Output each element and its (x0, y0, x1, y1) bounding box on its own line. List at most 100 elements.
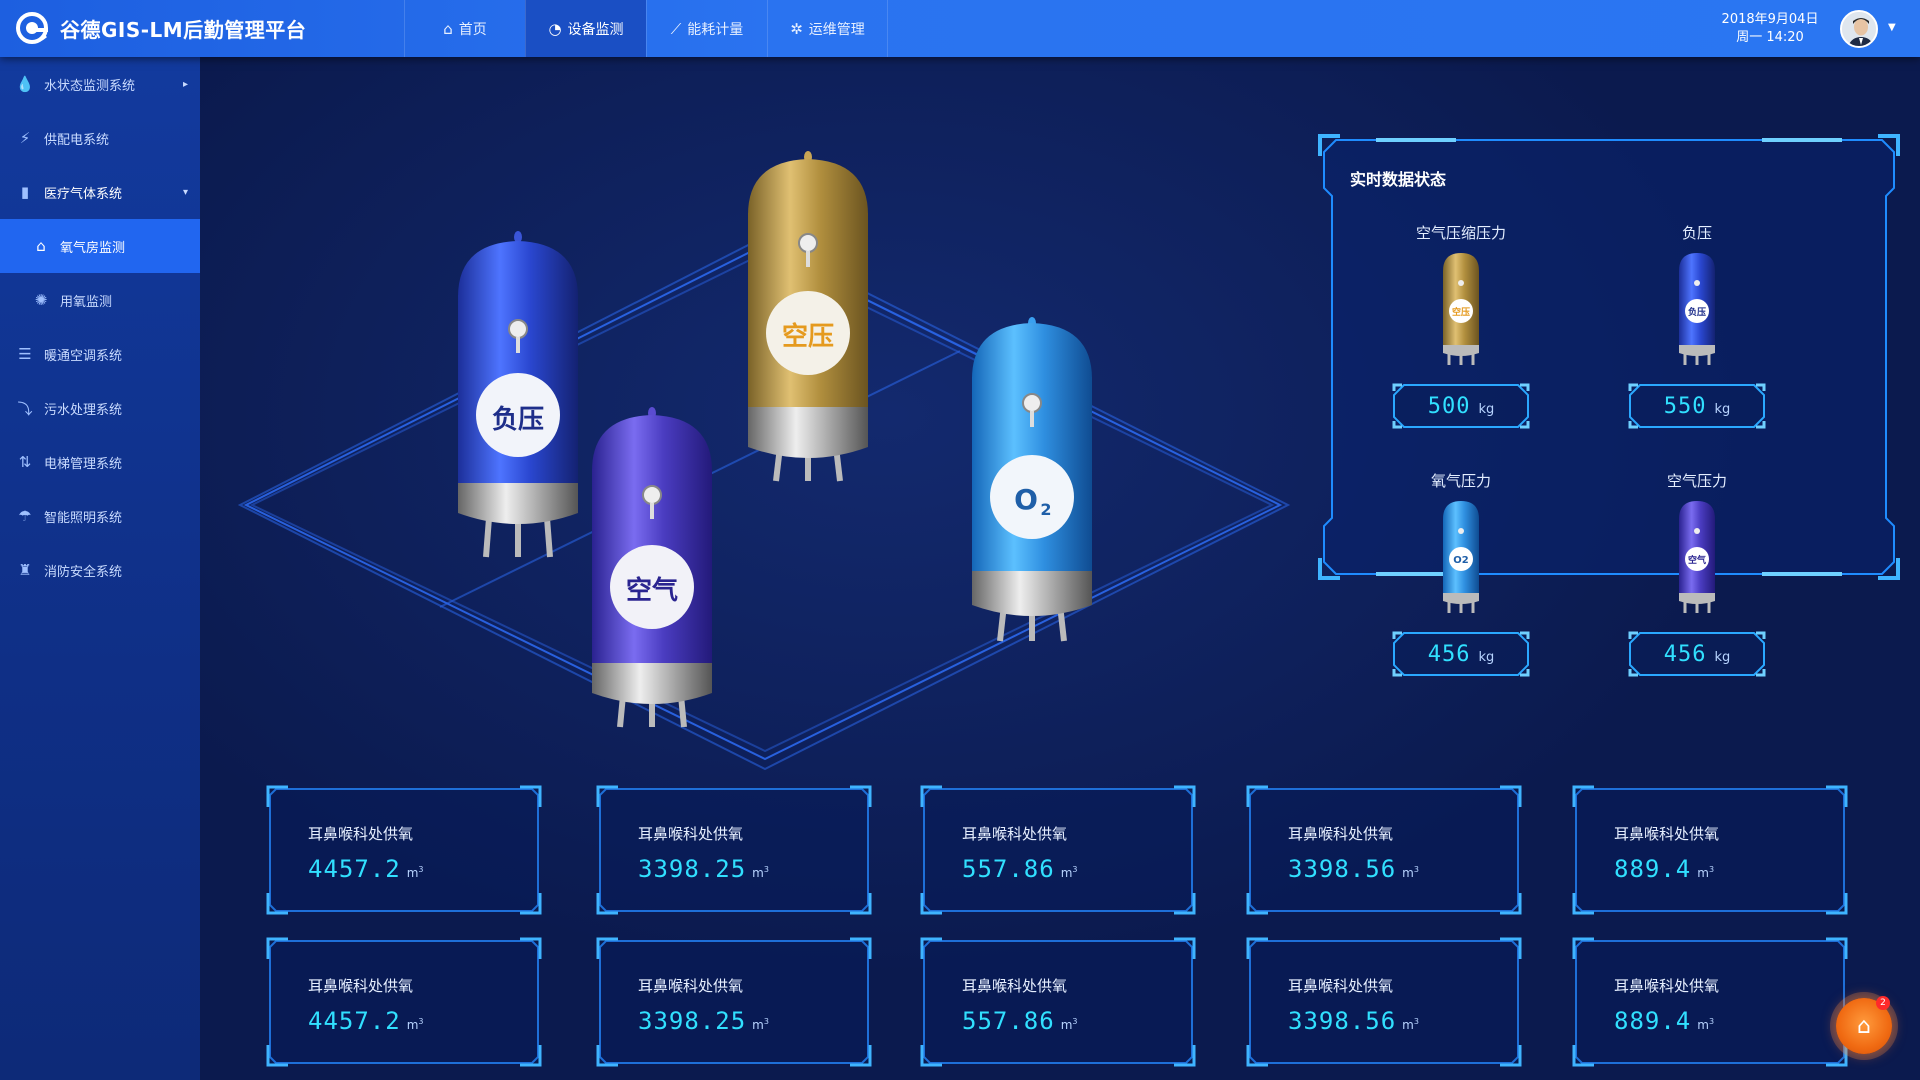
main-content: 负压 空压 空气 O 2 实时数据状态 空气压缩压力 空压 500 kg 负压 … (200, 57, 1920, 1080)
sidebar-item-hvac[interactable]: ☰ 暖通空调系统 (0, 327, 200, 381)
brand[interactable]: 谷德GIS-LM后勤管理平台 (14, 10, 306, 46)
oxygen-supply-card[interactable]: 耳鼻喉科处供氧 4457.2 m3 (266, 785, 542, 915)
oxygen-supply-card[interactable]: 耳鼻喉科处供氧 3398.25 m3 (596, 937, 872, 1067)
card-value: 3398.25 (638, 855, 747, 883)
card-value-row: 4457.2 m3 (308, 855, 424, 883)
card-frame (266, 937, 542, 1067)
card-label: 耳鼻喉科处供氧 (962, 977, 1068, 995)
card-value-row: 3398.25 m3 (638, 1007, 769, 1035)
card-unit: m3 (1402, 1017, 1419, 1032)
nav-operations-label: 运维管理 (808, 21, 865, 38)
oxygen-supply-card[interactable]: 耳鼻喉科处供氧 3398.56 m3 (1246, 785, 1522, 915)
card-frame (596, 937, 872, 1067)
sidebar: 💧 水状态监测系统 ▸ ⚡ 供配电系统 ▮ 医疗气体系统 ▾ ⌂ 氧气房监测 ✺… (0, 57, 200, 1080)
oxygen-supply-card[interactable]: 耳鼻喉科处供氧 3398.25 m3 (596, 785, 872, 915)
sidebar-item-sewage[interactable]: ⤵ 污水处理系统 (0, 381, 200, 435)
card-label: 耳鼻喉科处供氧 (1288, 825, 1394, 843)
nav-device-monitoring[interactable]: ◔ 设备监测 (525, 0, 646, 57)
sidebar-item-label: 污水处理系统 (44, 402, 123, 418)
card-frame (1572, 937, 1848, 1067)
nav-home-label: 首页 (458, 21, 487, 38)
card-value: 3398.25 (638, 1007, 747, 1035)
card-value: 889.4 (1614, 1007, 1692, 1035)
gauge-unit: kg (1714, 649, 1731, 665)
tank-oxygen-subscript: 2 (1040, 500, 1051, 519)
card-value: 557.86 (962, 855, 1055, 883)
user-menu-caret-icon[interactable]: ▼ (1888, 22, 1896, 33)
card-unit: m3 (1697, 865, 1715, 880)
chart-icon: ⟋ (670, 19, 682, 38)
user-avatar[interactable] (1840, 10, 1878, 48)
sidebar-item-label: 暖通空调系统 (44, 348, 123, 364)
card-label: 耳鼻喉科处供氧 (1614, 977, 1720, 995)
oxygen-icon: ⌂ (36, 237, 46, 255)
gauge-compressed-air-pressure: 空气压缩压力 空压 500 kg (1386, 222, 1536, 432)
gauge-value-box: 500 kg (1392, 383, 1530, 429)
sidebar-item-medical-gas[interactable]: ▮ 医疗气体系统 ▾ (0, 165, 200, 219)
card-unit: m3 (752, 865, 769, 880)
card-unit: m3 (1402, 865, 1419, 880)
gear-icon: ✲ (790, 19, 803, 38)
sidebar-item-label: 电梯管理系统 (44, 456, 123, 472)
nav-energy-metering[interactable]: ⟋ 能耗计量 (646, 0, 767, 57)
oxygen-supply-card[interactable]: 耳鼻喉科处供氧 889.4 m3 (1572, 937, 1848, 1067)
mini-tank-oxygen-icon: O2 (1443, 501, 1479, 613)
mini-tank-label: 空压 (1452, 306, 1470, 318)
sidebar-item-label: 智能照明系统 (44, 510, 123, 526)
oxygen-supply-card[interactable]: 耳鼻喉科处供氧 3398.56 m3 (1246, 937, 1522, 1067)
sidebar-item-water-status[interactable]: 💧 水状态监测系统 ▸ (0, 57, 200, 111)
power-icon: ⚡ (19, 129, 31, 147)
tank-oxygen[interactable]: O 2 (972, 317, 1092, 642)
nav-home[interactable]: ⌂ 首页 (404, 0, 525, 57)
sidebar-item-label: 水状态监测系统 (44, 78, 136, 94)
sidebar-item-label: 医疗气体系统 (44, 186, 123, 202)
oxygen-supply-card[interactable]: 耳鼻喉科处供氧 4457.2 m3 (266, 937, 542, 1067)
card-frame (1246, 785, 1522, 915)
sidebar-item-oxygen-usage[interactable]: ✺ 用氧监测 (0, 273, 200, 327)
card-value-row: 3398.25 m3 (638, 855, 769, 883)
user-avatar-image (1842, 12, 1876, 46)
gauge-label: 氧气压力 (1430, 472, 1491, 490)
card-value-row: 557.86 m3 (962, 855, 1078, 883)
card-label: 耳鼻喉科处供氧 (638, 825, 744, 843)
chevron-down-icon: ▾ (182, 186, 188, 198)
gauge-negative-pressure: 负压 负压 550 kg (1622, 222, 1772, 432)
oxygen-supply-card[interactable]: 耳鼻喉科处供氧 557.86 m3 (920, 785, 1196, 915)
alarm-icon: ⌂ (1857, 1013, 1871, 1039)
card-frame (1246, 937, 1522, 1067)
card-value-row: 3398.56 m3 (1288, 855, 1419, 883)
sidebar-item-fire-safety[interactable]: ♜ 消防安全系统 (0, 543, 200, 597)
sidebar-item-elevator[interactable]: ⇅ 电梯管理系统 (0, 435, 200, 489)
card-value: 3398.56 (1288, 855, 1397, 883)
gauge-value-box: 550 kg (1628, 383, 1766, 429)
card-frame (1572, 785, 1848, 915)
oxygen-supply-card[interactable]: 耳鼻喉科处供氧 889.4 m3 (1572, 785, 1848, 915)
tank-air[interactable]: 空气 (592, 407, 712, 728)
nav-operations[interactable]: ✲ 运维管理 (767, 0, 888, 57)
sidebar-item-label: 用氧监测 (60, 294, 113, 310)
hvac-icon: ☰ (18, 345, 32, 363)
sidebar-item-oxygen-room[interactable]: ⌂ 氧气房监测 (0, 219, 200, 273)
mini-tank-compressed-air-icon: 空压 (1443, 253, 1479, 365)
card-value-row: 3398.56 m3 (1288, 1007, 1419, 1035)
gauge-value: 550 (1663, 393, 1707, 419)
oxygen-supply-card[interactable]: 耳鼻喉科处供氧 557.86 m3 (920, 937, 1196, 1067)
tank-negative-pressure[interactable]: 负压 (458, 231, 578, 558)
gauge-value: 456 (1427, 641, 1471, 667)
card-unit: m3 (406, 865, 424, 880)
sidebar-item-lighting[interactable]: ☂ 智能照明系统 (0, 489, 200, 543)
weekday-time-text: 周一 14:20 (1736, 30, 1804, 45)
card-value: 3398.56 (1288, 1007, 1397, 1035)
alarm-float-button[interactable]: ⌂ 2 (1836, 996, 1892, 1054)
date-time-display: 2018年9月04日 周一 14:20 (1700, 11, 1840, 47)
card-unit: m3 (1060, 865, 1078, 880)
fan-icon: ✺ (34, 291, 48, 309)
water-drop-icon: 💧 (15, 75, 35, 93)
gauge-unit: kg (1714, 401, 1731, 417)
card-unit: m3 (752, 1017, 769, 1032)
sidebar-item-power-distribution[interactable]: ⚡ 供配电系统 (0, 111, 200, 165)
tank-compressed-air[interactable]: 空压 (748, 151, 868, 482)
card-unit: m3 (406, 1017, 424, 1032)
lamp-icon: ☂ (18, 507, 32, 525)
gauge-value: 456 (1663, 641, 1707, 667)
